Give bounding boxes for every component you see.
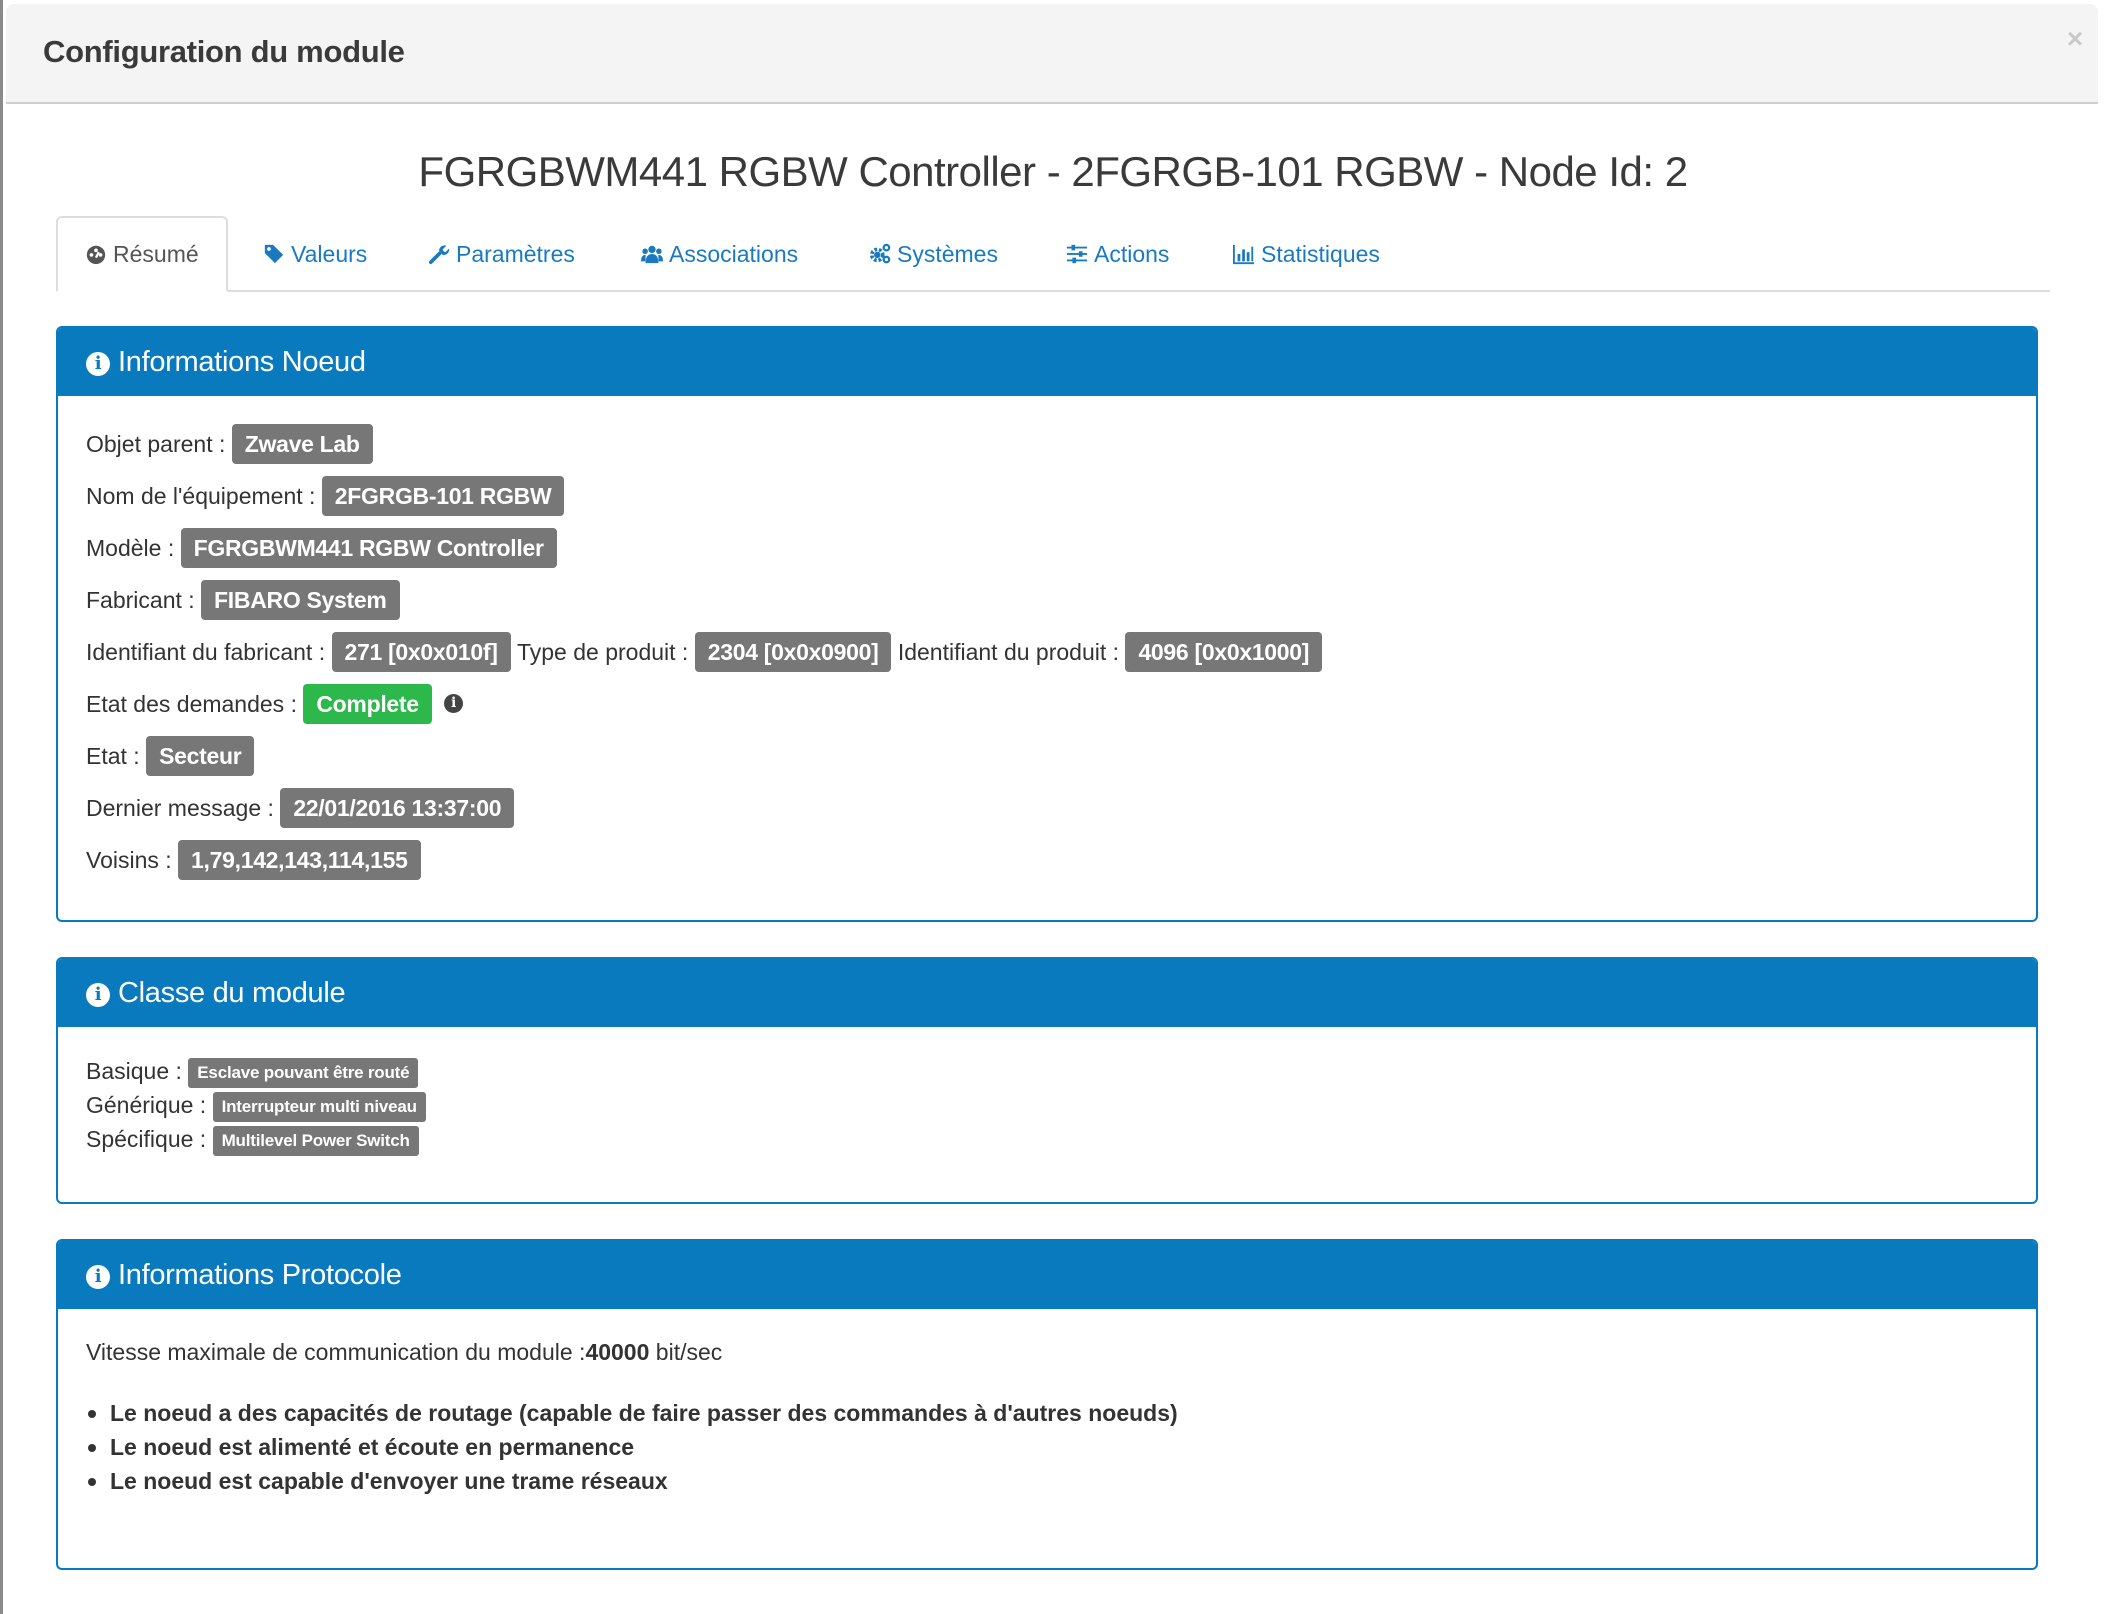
list-item: Le noeud est capable d'envoyer une trame…	[88, 1464, 2036, 1498]
specific-class-badge: Multilevel Power Switch	[212, 1125, 419, 1156]
list-item: Le noeud a des capacités de routage (cap…	[88, 1396, 2036, 1430]
field-label: Type de produit :	[516, 638, 689, 665]
close-icon: ×	[2066, 23, 2084, 54]
field-label: Nom de l'équipement :	[86, 482, 316, 509]
tab-systemes[interactable]: Systèmes	[869, 218, 998, 290]
last-message-badge: 22/01/2016 13:37:00	[280, 787, 515, 828]
tab-label: Résumé	[113, 241, 199, 267]
cogs-icon	[869, 243, 891, 264]
tab-label: Paramètres	[456, 241, 575, 267]
tab-label: Valeurs	[291, 241, 368, 267]
list-item: Le noeud est alimenté et écoute en perma…	[88, 1430, 2036, 1464]
speed-label: Vitesse maximale de communication du mod…	[86, 1339, 586, 1365]
tab-label: Statistiques	[1261, 241, 1380, 267]
parent-object-badge: Zwave Lab	[231, 423, 373, 464]
users-icon	[641, 245, 663, 264]
field-label: Objet parent :	[86, 430, 226, 457]
state-row: Etat : Secteur	[86, 734, 2036, 786]
manufacturer-id-badge: 271 [0x0x010f]	[331, 631, 511, 672]
info-icon: i	[86, 983, 110, 1007]
tag-icon	[264, 244, 284, 264]
field-label: Voisins :	[86, 846, 172, 873]
parent-object-row: Objet parent : Zwave Lab	[86, 422, 2036, 474]
panel-heading: i Classe du module	[58, 959, 2036, 1027]
field-label: Modèle :	[86, 534, 175, 561]
manufacturer-badge: FIBARO System	[201, 579, 400, 620]
close-button[interactable]: ×	[2060, 24, 2090, 54]
query-state-badge: Complete	[303, 683, 432, 724]
specific-class-row: Spécifique : Multilevel Power Switch	[86, 1123, 2036, 1157]
field-label: Spécifique :	[86, 1126, 207, 1152]
window-edge	[0, 0, 3, 1614]
panel-heading: i Informations Protocole	[58, 1241, 2036, 1309]
tab-valeurs[interactable]: Valeurs	[263, 218, 367, 290]
tab-associations[interactable]: Associations	[641, 218, 798, 290]
info-icon[interactable]: i	[444, 694, 464, 714]
info-icon: i	[86, 1265, 110, 1289]
basic-class-row: Basique : Esclave pouvant être routé	[86, 1055, 2036, 1089]
field-label: Etat :	[86, 742, 140, 769]
tab-bar: Résumé Valeurs Paramètres Associations S…	[56, 216, 2050, 292]
generic-class-row: Générique : Interrupteur multi niveau	[86, 1089, 2036, 1123]
equipment-name-row: Nom de l'équipement : 2FGRGB-101 RGBW	[86, 474, 2036, 526]
neighbors-badge: 1,79,142,143,114,155	[178, 839, 421, 880]
tab-statistiques[interactable]: Statistiques	[1233, 218, 1380, 290]
panel-title: Informations Protocole	[118, 1259, 402, 1291]
field-label: Dernier message :	[86, 794, 274, 821]
product-type-badge: 2304 [0x0x0900]	[694, 631, 892, 672]
node-info-panel: i Informations Noeud Objet parent : Zwave…	[56, 326, 2038, 922]
info-icon: i	[86, 352, 110, 376]
sliders-icon	[1066, 244, 1088, 264]
field-label: Identifiant du fabricant :	[86, 638, 326, 665]
neighbors-row: Voisins : 1,79,142,143,114,155	[86, 838, 2036, 890]
ids-row: Identifiant du fabricant : 271 [0x0x010f…	[86, 630, 2036, 682]
protocol-info-panel: i Informations Protocole Vitesse maximale…	[56, 1239, 2038, 1570]
panel-title: Classe du module	[118, 977, 346, 1009]
field-label: Fabricant :	[86, 586, 195, 613]
field-label: Etat des demandes :	[86, 690, 297, 717]
tab-label: Systèmes	[897, 241, 998, 267]
max-speed-line: Vitesse maximale de communication du mod…	[86, 1339, 2036, 1366]
wrench-icon	[428, 245, 450, 265]
dashboard-icon	[86, 245, 106, 265]
speed-value: 40000	[585, 1339, 650, 1365]
field-label: Générique :	[86, 1092, 207, 1118]
tab-label: Actions	[1094, 241, 1170, 267]
manufacturer-row: Fabricant : FIBARO System	[86, 578, 2036, 630]
field-label: Identifiant du produit :	[897, 638, 1120, 665]
speed-unit: bit/sec	[649, 1339, 723, 1365]
module-class-panel: i Classe du module Basique : Esclave pouv…	[56, 957, 2038, 1204]
panel-heading: i Informations Noeud	[58, 328, 2036, 396]
generic-class-badge: Interrupteur multi niveau	[212, 1091, 426, 1122]
state-badge: Secteur	[146, 735, 255, 776]
last-message-row: Dernier message : 22/01/2016 13:37:00	[86, 786, 2036, 838]
tab-label: Associations	[669, 241, 799, 267]
model-row: Modèle : FGRGBWM441 RGBW Controller	[86, 526, 2036, 578]
capabilities-list: Le noeud a des capacités de routage (cap…	[86, 1396, 2036, 1498]
bar-chart-icon	[1233, 244, 1255, 265]
panel-title: Informations Noeud	[118, 346, 366, 378]
node-title: FGRGBWM441 RGBW Controller - 2FGRGB-101 …	[418, 148, 1688, 195]
tab-actions[interactable]: Actions	[1066, 218, 1169, 290]
basic-class-badge: Esclave pouvant être routé	[188, 1057, 419, 1088]
model-badge: FGRGBWM441 RGBW Controller	[180, 527, 557, 568]
tab-resume[interactable]: Résumé	[56, 216, 228, 292]
modal-header: Configuration du module ×	[6, 4, 2098, 104]
modal-title: Configuration du module	[43, 34, 405, 69]
product-id-badge: 4096 [0x0x1000]	[1125, 631, 1323, 672]
tab-parametres[interactable]: Paramètres	[428, 218, 575, 290]
field-label: Basique :	[86, 1058, 182, 1084]
query-state-row: Etat des demandes : Complete i	[86, 682, 2036, 734]
equipment-name-badge: 2FGRGB-101 RGBW	[321, 475, 565, 516]
